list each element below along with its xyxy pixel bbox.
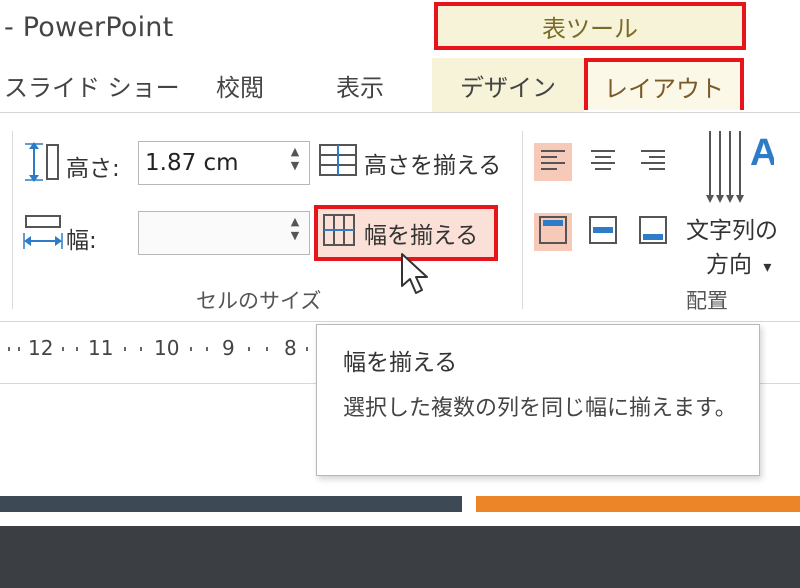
align-left-button[interactable] [534, 143, 572, 181]
tab-review[interactable]: 校閲 [216, 58, 264, 112]
tab-slideshow[interactable]: スライド ショー [4, 58, 180, 112]
dropdown-arrow-icon: ▾ [763, 257, 772, 276]
distribute-rows-icon [318, 143, 358, 183]
column-width-icon [22, 213, 64, 257]
ruler-tick [76, 347, 78, 351]
ruler-tick [306, 347, 308, 351]
align-right-button[interactable] [634, 143, 672, 181]
ruler-tick [140, 347, 142, 351]
height-label: 高さ: [66, 156, 120, 182]
height-spinner[interactable]: ▲ ▼ [284, 145, 306, 173]
ruler-tick [248, 347, 250, 351]
slide-gray-bar [0, 496, 462, 512]
ruler-tick [8, 347, 10, 351]
distribute-columns-label: 幅を揃える [364, 223, 479, 249]
ruler-tick [206, 347, 208, 351]
tab-layout[interactable]: レイアウト [584, 58, 744, 110]
text-direction-label-line1: 文字列の [686, 218, 778, 244]
mouse-pointer-icon [400, 252, 430, 300]
tab-view[interactable]: 表示 [336, 58, 384, 112]
text-direction-button[interactable]: A 文字列の 方向 ▾ [684, 123, 794, 283]
tooltip: 幅を揃える 選択した複数の列を同じ幅に揃えます。 [316, 324, 760, 476]
distribute-columns-button[interactable]: 幅を揃える [322, 213, 478, 253]
align-right-icon [640, 149, 666, 175]
tooltip-title: 幅を揃える [343, 350, 458, 376]
ruler-number: 10 [154, 336, 180, 360]
align-middle-icon [588, 215, 618, 249]
ruler-tick [18, 347, 20, 351]
group-divider-left [12, 131, 13, 309]
ruler-tick [124, 347, 126, 351]
slide-orange-bar [476, 496, 800, 512]
width-label: 幅: [66, 228, 97, 254]
ruler-number: 8 [284, 336, 297, 360]
text-direction-icon: A [704, 127, 777, 211]
ruler-tick [62, 347, 64, 351]
row-height-icon [22, 141, 62, 187]
ruler-tick [266, 347, 268, 351]
ruler-number: 12 [28, 336, 54, 360]
ribbon-tab-bar: スライド ショー 校閲 表示 デザイン レイアウト [0, 58, 800, 112]
align-center-button[interactable] [584, 143, 622, 181]
distribute-columns-icon [322, 213, 356, 253]
text-direction-label-line2: 方向 [706, 252, 752, 278]
align-center-icon [590, 149, 616, 175]
spinner-up-icon[interactable]: ▲ [284, 145, 306, 159]
ruler-number: 11 [88, 336, 114, 360]
tooltip-description: 選択した複数の列を同じ幅に揃えます。 [343, 396, 737, 421]
slide-dark-footer [0, 526, 800, 588]
spinner-down-icon[interactable]: ▼ [284, 159, 306, 173]
align-bottom-icon [638, 215, 668, 249]
spinner-up-icon[interactable]: ▲ [284, 215, 306, 229]
text-direction-glyph: A [750, 132, 774, 174]
tab-design[interactable]: デザイン [432, 58, 584, 112]
ruler-number: 9 [222, 336, 235, 360]
table-tools-context-header: 表ツール [434, 2, 746, 50]
alignment-group-label: 配置 [686, 289, 728, 313]
title-bar: - PowerPoint 表ツール [0, 0, 800, 58]
ruler-tick [190, 347, 192, 351]
distribute-rows-button[interactable]: 高さを揃える [318, 143, 501, 183]
spinner-down-icon[interactable]: ▼ [284, 229, 306, 243]
distribute-rows-label: 高さを揃える [364, 153, 502, 179]
width-spinner[interactable]: ▲ ▼ [284, 215, 306, 243]
group-divider-mid [522, 131, 523, 309]
align-middle-button[interactable] [584, 213, 622, 251]
app-title: - PowerPoint [4, 12, 174, 43]
align-bottom-button[interactable] [634, 213, 672, 251]
cell-size-group-label: セルのサイズ [196, 289, 322, 313]
align-top-icon [538, 215, 568, 249]
align-left-icon [540, 149, 566, 175]
align-top-button[interactable] [534, 213, 572, 251]
